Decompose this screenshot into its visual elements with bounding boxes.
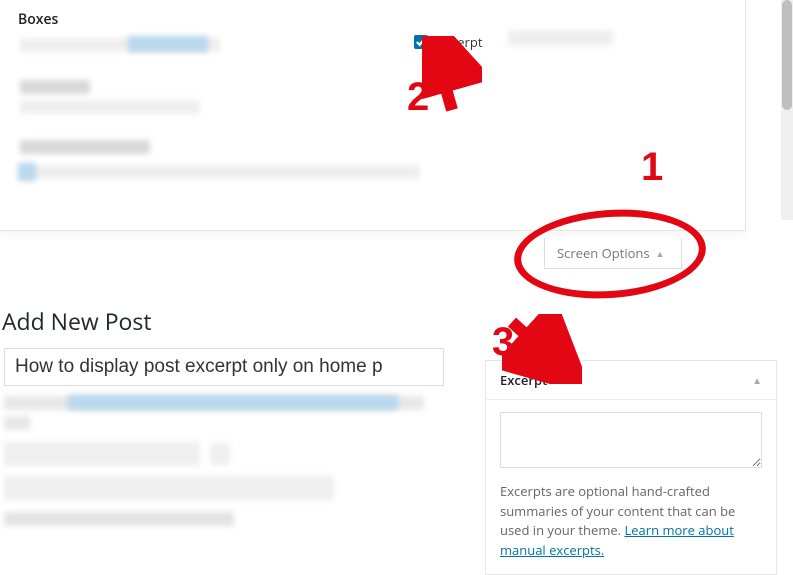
post-title-input[interactable] (4, 348, 444, 386)
chevron-up-icon: ▲ (752, 373, 762, 387)
excerpt-checkbox-wrapper: Excerpt (410, 32, 482, 52)
annotation-number-3: 3 (492, 320, 514, 365)
blurred-editor-toolbar (210, 443, 230, 465)
annotation-number-1: 1 (641, 145, 663, 190)
scrollbar-thumb[interactable] (782, 0, 792, 110)
annotation-number-2: 2 (407, 75, 429, 120)
blurred-checkbox (18, 163, 36, 181)
blurred-text (20, 100, 200, 114)
blurred-editor-toolbar (4, 442, 200, 466)
excerpt-metabox-title: Excerpt (500, 371, 547, 389)
excerpt-metabox-header[interactable]: Excerpt ▲ (486, 361, 776, 400)
excerpt-metabox: Excerpt ▲ Excerpts are optional hand-cra… (485, 360, 777, 575)
excerpt-checkbox-label[interactable]: Excerpt (410, 32, 482, 52)
blurred-checkbox-option (508, 30, 613, 46)
excerpt-textarea[interactable] (500, 412, 762, 468)
screen-options-toggle[interactable]: Screen Options ▲ (544, 238, 682, 269)
blurred-text (20, 165, 420, 179)
scrollbar[interactable] (781, 0, 793, 220)
excerpt-checkbox[interactable] (414, 35, 428, 49)
excerpt-checkbox-text: Excerpt (437, 33, 482, 51)
blurred-text (20, 80, 90, 94)
chevron-up-icon: ▲ (656, 247, 665, 260)
excerpt-description: Excerpts are optional hand-crafted summa… (500, 482, 762, 560)
blurred-editor-toolbar (4, 476, 334, 500)
blurred-text (128, 36, 208, 52)
screen-options-toggle-label: Screen Options (557, 244, 650, 262)
blurred-text (4, 512, 234, 526)
page-title: Add New Post (2, 305, 152, 337)
blurred-text (4, 416, 30, 430)
blurred-text (20, 140, 150, 154)
excerpt-metabox-body: Excerpts are optional hand-crafted summa… (486, 400, 776, 574)
screen-options-panel: Boxes Excerpt (0, 0, 746, 231)
blurred-permalink-link (68, 395, 398, 410)
screen-options-heading: Boxes (18, 10, 58, 29)
